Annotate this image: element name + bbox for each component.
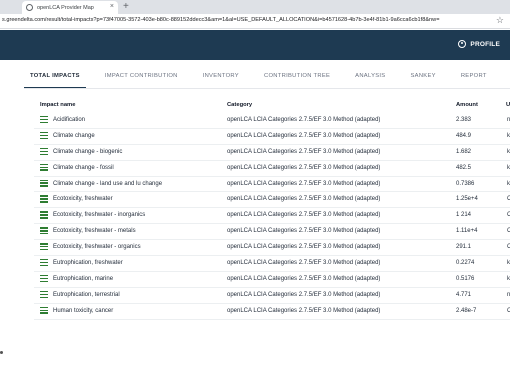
table-row[interactable]: Climate change openLCA LCIA Categories 2.… xyxy=(34,129,510,145)
results-tabs: TOTAL IMPACTS IMPACT CONTRIBUTION INVENTOR… xyxy=(24,70,506,88)
table-row[interactable]: Climate change - fossil openLCA LCIA Cate… xyxy=(34,161,510,177)
category-cell: openLCA LCIA Categories 2.7.5/EF 3.0 Met… xyxy=(227,180,381,187)
category-cell: openLCA LCIA Categories 2.7.5/EF 3.0 Met… xyxy=(227,291,381,298)
browser-tab-strip: openLCA Provider Map × + xyxy=(0,0,510,14)
impact-name-cell: Climate change - fossil xyxy=(53,164,114,171)
list-icon[interactable] xyxy=(40,274,48,283)
table-row[interactable]: Climate change - land use and lu change o… xyxy=(34,177,510,193)
category-cell: openLCA LCIA Categories 2.7.5/EF 3.0 Met… xyxy=(227,307,381,314)
tab-title: openLCA Provider Map xyxy=(37,4,94,11)
list-icon[interactable] xyxy=(40,179,48,187)
address-bar[interactable]: s.greendelta.com/result/total-impacts?p=… xyxy=(0,14,510,29)
list-icon[interactable] xyxy=(40,163,48,171)
app-header: PROFILE xyxy=(0,30,510,60)
table-row[interactable]: Ecotoxicity, freshwater openLCA LCIA Cate… xyxy=(34,192,510,209)
tab-total-impacts[interactable]: TOTAL IMPACTS xyxy=(24,70,86,88)
amount-cell: 2.383 xyxy=(456,117,472,123)
list-icon[interactable] xyxy=(40,306,48,314)
globe-icon xyxy=(26,4,33,11)
table-header: Impact name Category Amount U xyxy=(34,100,510,112)
bookmark-star-icon[interactable]: ☆ xyxy=(496,15,504,26)
impact-name-cell: Eutrophication, freshwater xyxy=(53,260,123,267)
category-cell: openLCA LCIA Categories 2.7.5/EF 3.0 Met… xyxy=(227,132,381,139)
category-cell: openLCA LCIA Categories 2.7.5/EF 3.0 Met… xyxy=(227,228,381,235)
impact-name-cell: Climate change - biogenic xyxy=(53,148,123,155)
tab-sankey[interactable]: SANKEY xyxy=(404,70,441,88)
category-cell: openLCA LCIA Categories 2.7.5/EF 3.0 Met… xyxy=(227,260,381,267)
amount-cell: 4.771 xyxy=(456,291,472,298)
table-row[interactable]: Climate change - biogenic openLCA LCIA Ca… xyxy=(34,145,510,161)
amount-cell: 0.5176 xyxy=(456,275,475,282)
impact-name-cell: Ecotoxicity, freshwater xyxy=(53,196,113,203)
profile-button[interactable]: PROFILE xyxy=(458,40,500,48)
impact-name-cell: Climate change xyxy=(53,132,95,139)
profile-icon xyxy=(458,40,467,48)
table-row[interactable]: Acidification openLCA LCIA Categories 2.7… xyxy=(34,113,510,129)
amount-cell: 1.682 xyxy=(456,148,472,155)
tab-inventory[interactable]: INVENTORY xyxy=(197,70,245,88)
list-icon[interactable] xyxy=(40,211,48,219)
impact-name-cell: Eutrophication, terrestrial xyxy=(53,291,120,298)
url-text[interactable]: s.greendelta.com/result/total-impacts?p=… xyxy=(2,17,439,23)
tab-analysis[interactable]: ANALYSIS xyxy=(349,70,391,88)
category-cell: openLCA LCIA Categories 2.7.5/EF 3.0 Met… xyxy=(227,164,381,171)
amount-cell: 482.5 xyxy=(456,164,472,171)
close-icon[interactable]: × xyxy=(110,3,114,10)
new-tab-button[interactable]: + xyxy=(123,0,129,13)
tab-contribution-tree[interactable]: CONTRIBUTION TREE xyxy=(258,70,336,88)
amount-cell: 1.11e+4 xyxy=(456,228,478,235)
table-row[interactable]: Eutrophication, terrestrial openLCA LCIA … xyxy=(34,288,510,304)
amount-cell: 484.9 xyxy=(456,132,472,139)
tab-report[interactable]: REPORT xyxy=(455,70,493,88)
table-row[interactable]: Ecotoxicity, freshwater - organics openLC… xyxy=(34,240,510,257)
amount-cell: 1 214 xyxy=(456,212,472,219)
list-icon[interactable] xyxy=(40,195,48,203)
category-cell: openLCA LCIA Categories 2.7.5/EF 3.0 Met… xyxy=(227,212,381,219)
column-header-category[interactable]: Category xyxy=(227,102,252,108)
browser-tab[interactable]: openLCA Provider Map × xyxy=(22,1,118,14)
list-icon[interactable] xyxy=(40,227,48,235)
table-row[interactable]: Eutrophication, freshwater openLCA LCIA C… xyxy=(34,256,510,272)
impact-name-cell: Ecotoxicity, freshwater - metals xyxy=(53,228,136,235)
category-cell: openLCA LCIA Categories 2.7.5/EF 3.0 Met… xyxy=(227,117,381,123)
column-header-impact-name[interactable]: Impact name xyxy=(40,102,75,108)
amount-cell: 0.7386 xyxy=(456,180,475,187)
table-row[interactable]: Eutrophication, marine openLCA LCIA Categ… xyxy=(34,272,510,288)
category-cell: openLCA LCIA Categories 2.7.5/EF 3.0 Met… xyxy=(227,196,381,203)
list-icon[interactable] xyxy=(40,243,48,251)
tab-impact-contribution[interactable]: IMPACT CONTRIBUTION xyxy=(99,70,184,88)
column-header-amount[interactable]: Amount xyxy=(456,102,478,108)
results-table: Acidification openLCA LCIA Categories 2.7… xyxy=(34,113,510,320)
impact-name-cell: Human toxicity, cancer xyxy=(53,307,114,314)
list-icon[interactable] xyxy=(40,147,48,155)
table-row[interactable]: Ecotoxicity, freshwater - metals openLCA … xyxy=(34,224,510,241)
table-row[interactable]: Human toxicity, cancer openLCA LCIA Categ… xyxy=(34,304,510,320)
impact-name-cell: Ecotoxicity, freshwater - inorganics xyxy=(53,212,146,219)
scroll-marker xyxy=(0,351,3,354)
list-icon[interactable] xyxy=(40,131,48,140)
table-row[interactable]: Ecotoxicity, freshwater - inorganics open… xyxy=(34,208,510,225)
category-cell: openLCA LCIA Categories 2.7.5/EF 3.0 Met… xyxy=(227,148,381,155)
amount-cell: 1.25e+4 xyxy=(456,196,478,203)
category-cell: openLCA LCIA Categories 2.7.5/EF 3.0 Met… xyxy=(227,275,381,282)
list-icon[interactable] xyxy=(40,259,48,267)
impact-name-cell: Climate change - land use and lu change xyxy=(53,180,163,187)
list-icon[interactable] xyxy=(40,116,48,124)
amount-cell: 0.2274 xyxy=(456,260,475,267)
amount-cell: 291.1 xyxy=(456,244,472,251)
impact-name-cell: Ecotoxicity, freshwater - organics xyxy=(53,244,141,251)
column-header-unit[interactable]: U xyxy=(506,102,510,108)
impact-name-cell: Acidification xyxy=(53,117,86,123)
tabs-divider xyxy=(24,88,510,89)
impact-name-cell: Eutrophication, marine xyxy=(53,275,114,282)
category-cell: openLCA LCIA Categories 2.7.5/EF 3.0 Met… xyxy=(227,244,381,251)
amount-cell: 2.48e-7 xyxy=(456,307,477,314)
list-icon[interactable] xyxy=(40,290,48,298)
profile-label: PROFILE xyxy=(470,40,500,48)
